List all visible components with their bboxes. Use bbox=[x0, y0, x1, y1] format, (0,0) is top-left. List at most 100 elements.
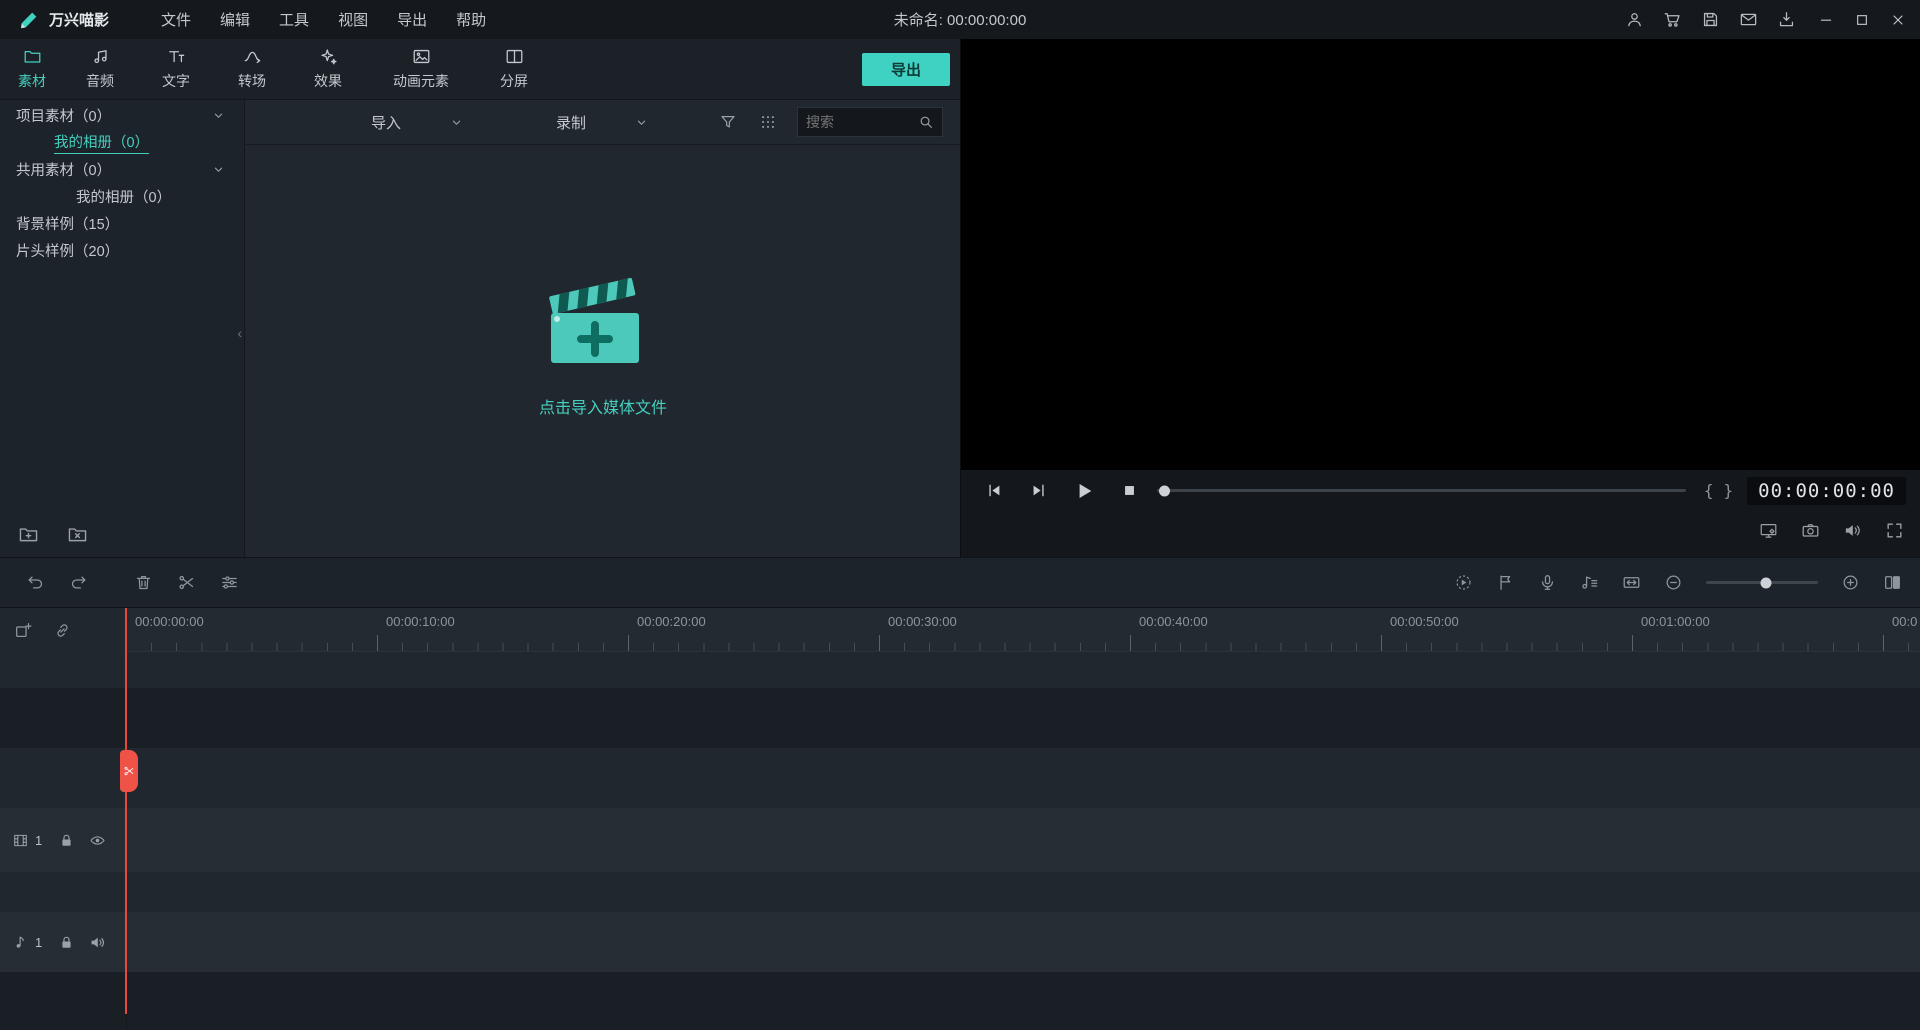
mark-in-button[interactable]: { bbox=[1704, 481, 1714, 500]
record-dropdown[interactable]: 录制 bbox=[556, 112, 586, 133]
redo-icon[interactable] bbox=[69, 573, 88, 592]
timeline-zoom-slider[interactable] bbox=[1706, 577, 1818, 588]
tab-transition[interactable]: 转场 bbox=[214, 39, 290, 99]
split-screen-icon bbox=[505, 47, 524, 66]
ruler-label: 00:01:00:00 bbox=[1641, 614, 1710, 629]
render-preview-icon[interactable] bbox=[1454, 573, 1473, 592]
chevron-down-icon[interactable] bbox=[634, 115, 649, 130]
account-icon[interactable] bbox=[1625, 10, 1644, 29]
clapperboard-icon[interactable] bbox=[544, 268, 662, 374]
sidebar-item-my-album[interactable]: 我的相册（0） bbox=[0, 129, 244, 156]
menu-tools[interactable]: 工具 bbox=[279, 9, 309, 30]
search-box[interactable] bbox=[797, 107, 944, 137]
tab-text[interactable]: 文字 bbox=[138, 39, 214, 99]
grid-view-icon[interactable] bbox=[759, 113, 777, 131]
lock-icon[interactable] bbox=[58, 934, 75, 951]
sidebar-collapse-handle[interactable]: ‹ bbox=[237, 326, 242, 340]
video-track-header[interactable]: 1 bbox=[0, 808, 126, 872]
link-icon[interactable] bbox=[53, 621, 72, 640]
seek-bar[interactable] bbox=[1157, 485, 1686, 496]
audio-mixer-icon[interactable] bbox=[1580, 573, 1599, 592]
panel-toggle-icon[interactable] bbox=[1883, 573, 1902, 592]
tab-label: 文字 bbox=[162, 73, 190, 89]
lock-icon[interactable] bbox=[58, 832, 75, 849]
chevron-down-icon[interactable] bbox=[211, 162, 226, 177]
search-input[interactable] bbox=[806, 114, 919, 130]
zoom-slider-knob[interactable] bbox=[1760, 577, 1772, 588]
sidebar-item-intro-samples[interactable]: 片头样例（20） bbox=[0, 237, 244, 264]
timeline-ruler[interactable]: 00:00:00:00 00:00:10:00 00:00:20:00 00:0… bbox=[126, 608, 1920, 652]
chevron-down-icon[interactable] bbox=[211, 108, 226, 123]
tab-media[interactable]: 素材 bbox=[2, 39, 62, 99]
tab-elements[interactable]: 动画元素 bbox=[366, 39, 476, 99]
marker-icon[interactable] bbox=[1496, 573, 1515, 592]
delete-folder-icon[interactable] bbox=[67, 524, 88, 545]
media-panel: 导入 录制 搜索 点击导入媒体文件 bbox=[246, 100, 960, 557]
playhead-handle[interactable] bbox=[120, 750, 138, 792]
stop-button[interactable] bbox=[1120, 481, 1139, 500]
download-icon[interactable] bbox=[1777, 10, 1796, 29]
tab-audio[interactable]: 音频 bbox=[62, 39, 138, 99]
media-toolbar: 导入 录制 bbox=[246, 100, 960, 145]
maximize-button[interactable] bbox=[1854, 12, 1870, 28]
tab-label: 效果 bbox=[314, 73, 342, 89]
tab-label: 分屏 bbox=[500, 73, 528, 89]
menu-edit[interactable]: 编辑 bbox=[220, 9, 250, 30]
import-media-dropzone[interactable]: 点击导入媒体文件 bbox=[246, 268, 960, 418]
add-folder-icon[interactable] bbox=[18, 524, 39, 545]
menu-export[interactable]: 导出 bbox=[397, 9, 427, 30]
speaker-icon[interactable] bbox=[1843, 521, 1862, 540]
preview-timecode: 00:00:00:00 bbox=[1747, 476, 1906, 505]
tab-split-screen[interactable]: 分屏 bbox=[476, 39, 552, 99]
previous-frame-button[interactable] bbox=[985, 481, 1004, 500]
chevron-down-icon[interactable] bbox=[449, 115, 464, 130]
playback-bar: { } 00:00:00:00 bbox=[961, 470, 1920, 511]
zoom-out-icon[interactable] bbox=[1664, 573, 1683, 592]
menu-file[interactable]: 文件 bbox=[161, 9, 191, 30]
effects-icon bbox=[319, 47, 338, 66]
app-logo-icon bbox=[18, 9, 40, 31]
filter-icon[interactable] bbox=[719, 113, 737, 131]
next-frame-button[interactable] bbox=[1029, 481, 1048, 500]
close-button[interactable] bbox=[1890, 12, 1906, 28]
import-dropdown[interactable]: 导入 bbox=[371, 112, 401, 133]
mic-icon[interactable] bbox=[1538, 573, 1557, 592]
menu-view[interactable]: 视图 bbox=[338, 9, 368, 30]
eye-icon[interactable] bbox=[89, 832, 106, 849]
minimize-button[interactable] bbox=[1818, 12, 1834, 28]
video-preview[interactable] bbox=[961, 39, 1920, 470]
sidebar-item-project-media[interactable]: 项目素材（0） bbox=[0, 102, 244, 129]
tr ash-icon[interactable] bbox=[134, 573, 153, 592]
sidebar-item-background-samples[interactable]: 背景样例（15） bbox=[0, 210, 244, 237]
scissors-icon[interactable] bbox=[177, 573, 196, 592]
library-pane: 素材 音频 文字 转场 效果 动画元素 分屏 导出 项目素材（0） 我的相册（0… bbox=[0, 39, 960, 557]
audio-track-lane[interactable] bbox=[0, 912, 1920, 972]
sidebar-item-shared-media[interactable]: 共用素材（0） bbox=[0, 156, 244, 183]
snapshot-icon[interactable] bbox=[1801, 521, 1820, 540]
menu-help[interactable]: 帮助 bbox=[456, 9, 486, 30]
audio-track-icon bbox=[12, 934, 29, 951]
fullscreen-icon[interactable] bbox=[1885, 521, 1904, 540]
track-manager-icon[interactable] bbox=[1622, 573, 1641, 592]
speaker-icon[interactable] bbox=[89, 934, 106, 951]
adjust-icon[interactable] bbox=[220, 573, 239, 592]
video-track-lane[interactable] bbox=[0, 808, 1920, 872]
display-settings-icon[interactable] bbox=[1759, 521, 1778, 540]
seek-knob[interactable] bbox=[1159, 485, 1170, 496]
play-button[interactable] bbox=[1073, 480, 1095, 502]
save-icon[interactable] bbox=[1701, 10, 1720, 29]
tab-label: 动画元素 bbox=[393, 73, 449, 89]
audio-track-header[interactable]: 1 bbox=[0, 912, 126, 972]
add-track-icon[interactable] bbox=[14, 621, 33, 640]
mark-out-button[interactable]: } bbox=[1724, 481, 1734, 500]
tab-effects[interactable]: 效果 bbox=[290, 39, 366, 99]
search-icon bbox=[918, 114, 934, 130]
import-media-prompt: 点击导入媒体文件 bbox=[538, 400, 667, 417]
export-button[interactable]: 导出 bbox=[862, 53, 950, 86]
undo-icon[interactable] bbox=[26, 573, 45, 592]
zoom-in-icon[interactable] bbox=[1841, 573, 1860, 592]
mail-icon[interactable] bbox=[1739, 10, 1758, 29]
sidebar-item-my-album-shared[interactable]: 我的相册（0） bbox=[0, 183, 244, 210]
cart-icon[interactable] bbox=[1663, 10, 1682, 29]
preview-actions bbox=[961, 511, 1920, 549]
